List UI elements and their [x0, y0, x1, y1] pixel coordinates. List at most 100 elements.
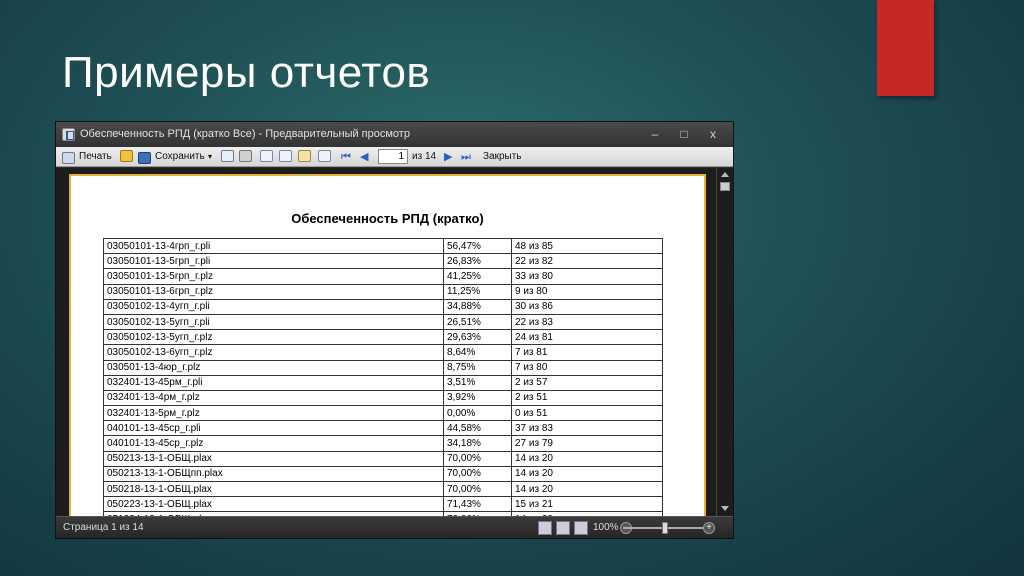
percent-cell: 3,51% [443, 374, 512, 391]
file-name-cell: 050223-13-1-ОБЩ.plax [103, 496, 444, 513]
percent-cell: 34,18% [443, 435, 512, 452]
maximize-button[interactable]: □ [673, 122, 695, 147]
percent-cell: 44,58% [443, 420, 512, 437]
next-page-icon[interactable]: ▶ [444, 149, 452, 165]
count-cell: 14 из 20 [511, 480, 663, 498]
page-number-input[interactable] [378, 149, 408, 164]
floppy-disk-icon [138, 152, 151, 164]
preview-window: Обеспеченность РПД (кратко Все) - Предва… [55, 121, 734, 539]
close-preview-button[interactable]: Закрыть [483, 149, 522, 165]
file-name-cell: 040101-13-45ср_г.plz [103, 435, 444, 452]
count-cell: 22 из 82 [511, 253, 663, 270]
file-name-cell: 032401-13-45рм_г.pli [103, 374, 444, 391]
table-row: 030501-13-4юр_г.plz 8,75% 7 из 80 [103, 359, 663, 376]
binoculars-icon[interactable] [239, 150, 252, 162]
file-name-cell: 040101-13-45ср_г.pli [103, 420, 444, 437]
table-row: 050213-13-1-ОБЩпп.plax 70,00% 14 из 20 [103, 465, 663, 483]
percent-cell: 29,63% [443, 329, 512, 346]
vertical-scrollbar[interactable] [716, 168, 733, 517]
percent-cell: 26,83% [443, 253, 512, 270]
zoom-in-icon[interactable]: + [703, 522, 715, 534]
count-cell: 33 из 80 [511, 268, 663, 285]
export-icon[interactable] [279, 150, 292, 162]
file-name-cell: 03050101-13-4грп_г.pli [103, 237, 444, 255]
table-row: 03050102-13-6угп_г.plz 8,64% 7 из 81 [103, 344, 663, 361]
percent-cell: 70,00% [443, 450, 512, 467]
scroll-up-icon[interactable] [721, 172, 729, 177]
count-cell: 24 из 81 [511, 329, 663, 346]
table-row: 03050102-13-4угп_г.pli 34,88% 30 из 86 [103, 298, 663, 315]
count-cell: 9 из 80 [511, 283, 663, 300]
file-name-cell: 032401-13-5рм_г.plz [103, 405, 444, 422]
count-cell: 22 из 83 [511, 313, 663, 331]
percent-cell: 8,75% [443, 359, 512, 376]
status-bar: Страница 1 из 14 100% – + [56, 516, 733, 538]
percent-cell: 41,25% [443, 268, 512, 285]
table-row: 032401-13-45рм_г.pli 3,51% 2 из 57 [103, 374, 663, 391]
report-page: Обеспеченность РПД (кратко) 03050101-13-… [69, 174, 706, 517]
file-name-cell: 03050102-13-5угп_г.plz [103, 329, 444, 346]
count-cell: 30 из 86 [511, 298, 663, 315]
table-row: 03050101-13-6грп_г.plz 11,25% 9 из 80 [103, 283, 663, 300]
document-icon[interactable] [318, 150, 331, 162]
single-page-view-icon[interactable] [538, 521, 552, 535]
page-total-label: из 14 [412, 151, 437, 162]
table-row: 040101-13-45ср_г.plz 34,18% 27 из 79 [103, 435, 663, 452]
window-title: Обеспеченность РПД (кратко Все) - Предва… [80, 128, 410, 140]
percent-cell: 56,47% [443, 237, 512, 255]
report-table: 03050101-13-4грп_г.pli 56,47% 48 из 85 0305… [103, 237, 663, 517]
table-row: 03050102-13-5угп_г.pli 26,51% 22 из 83 [103, 313, 663, 331]
table-row: 050213-13-1-ОБЩ.plax 70,00% 14 из 20 [103, 450, 663, 467]
percent-cell: 34,88% [443, 298, 512, 315]
last-page-icon[interactable]: ⏭ [461, 149, 471, 165]
previous-page-icon[interactable]: ◀ [360, 149, 368, 165]
file-name-cell: 050218-13-1-ОБЩ.plax [103, 480, 444, 498]
printer-icon [62, 152, 75, 164]
percent-cell: 71,43% [443, 496, 512, 513]
count-cell: 0 из 51 [511, 405, 663, 422]
preview-area[interactable]: Обеспеченность РПД (кратко) 03050101-13-… [56, 168, 718, 517]
chevron-down-icon[interactable]: ▾ [208, 149, 212, 165]
two-page-view-icon[interactable] [556, 521, 570, 535]
count-cell: 14 из 20 [511, 465, 663, 483]
table-row: 050223-13-1-ОБЩ.plax 71,43% 15 из 21 [103, 496, 663, 513]
multi-page-view-icon[interactable] [574, 521, 588, 535]
close-window-button[interactable]: x [702, 122, 724, 147]
page-status: Страница 1 из 14 [63, 522, 144, 533]
percent-cell: 11,25% [443, 283, 512, 300]
count-cell: 14 из 20 [511, 450, 663, 467]
table-row: 040101-13-45ср_г.pli 44,58% 37 из 83 [103, 420, 663, 437]
count-cell: 7 из 81 [511, 344, 663, 361]
file-name-cell: 03050102-13-5угп_г.pli [103, 313, 444, 331]
count-cell: 15 из 21 [511, 496, 663, 513]
scroll-down-icon[interactable] [721, 506, 729, 511]
table-row: 032401-13-5рм_г.plz 0,00% 0 из 51 [103, 405, 663, 422]
percent-cell: 8,64% [443, 344, 512, 361]
scroll-thumb[interactable] [720, 182, 730, 191]
percent-cell: 70,00% [443, 465, 512, 483]
percent-cell: 3,92% [443, 389, 512, 407]
file-name-cell: 032401-13-4рм_г.plz [103, 389, 444, 407]
file-name-cell: 03050102-13-4угп_г.pli [103, 298, 444, 315]
count-cell: 37 из 83 [511, 420, 663, 437]
edit-icon[interactable] [298, 150, 311, 162]
minimize-button[interactable]: – [644, 122, 666, 147]
percent-cell: 70,00% [443, 480, 512, 498]
first-page-icon[interactable]: ⏮ [341, 149, 351, 165]
table-row: 03050101-13-5грп_г.pli 26,83% 22 из 82 [103, 253, 663, 270]
report-app-icon [62, 128, 75, 141]
zoom-slider-thumb[interactable] [662, 522, 668, 534]
percent-cell: 26,51% [443, 313, 512, 331]
count-cell: 2 из 51 [511, 389, 663, 407]
file-name-cell: 03050101-13-5грп_г.plz [103, 268, 444, 285]
table-row: 03050102-13-5угп_г.plz 29,63% 24 из 81 [103, 329, 663, 346]
window-titlebar[interactable]: Обеспеченность РПД (кратко Все) - Предва… [56, 122, 733, 147]
toolbar: Печать Сохранить ▾ ⏮ ◀ из 14 ▶ ⏭ Закрыть [56, 147, 733, 167]
page-setup-icon[interactable] [260, 150, 273, 162]
email-icon[interactable] [221, 150, 234, 162]
table-row: 03050101-13-4грп_г.pli 56,47% 48 из 85 [103, 237, 663, 255]
count-cell: 48 из 85 [511, 237, 663, 255]
count-cell: 2 из 57 [511, 374, 663, 391]
slide-title: Примеры отчетов [62, 48, 431, 97]
open-folder-icon[interactable] [120, 150, 133, 162]
